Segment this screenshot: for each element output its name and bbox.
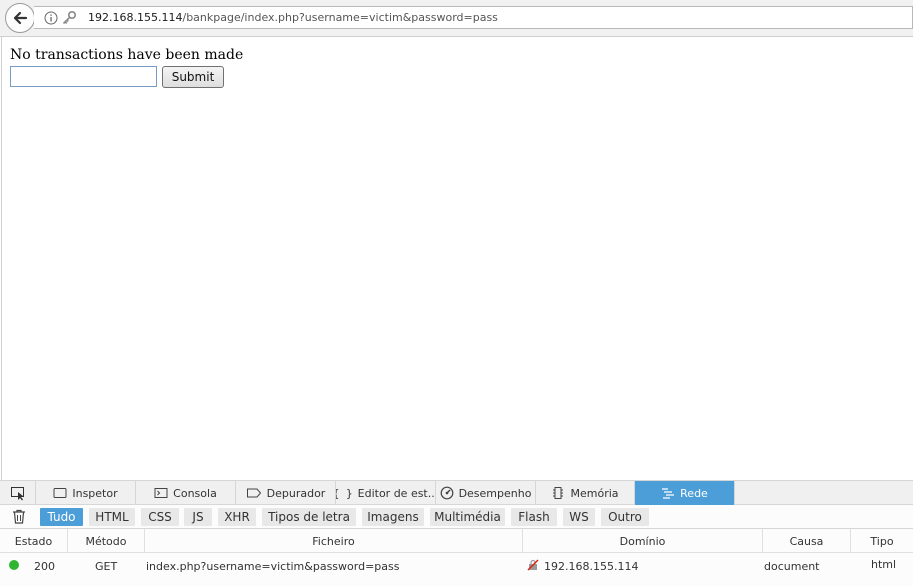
filter-html[interactable]: HTML — [89, 508, 135, 526]
back-arrow-icon — [13, 11, 28, 25]
request-cause: document — [764, 560, 820, 573]
page-content: No transactions have been made Submit — [1, 37, 913, 480]
filter-tipos-de-letra[interactable]: Tipos de letra — [262, 508, 356, 526]
transaction-input[interactable] — [10, 66, 157, 87]
tab-label: Rede — [680, 486, 708, 500]
column-tipo[interactable]: Tipo — [851, 529, 913, 553]
filter-imagens[interactable]: Imagens — [362, 508, 424, 526]
status-indicator-icon — [9, 560, 19, 570]
filter-xhr[interactable]: XHR — [218, 508, 256, 526]
tab-consola[interactable]: Consola — [136, 481, 236, 505]
browser-toolbar: 192.168.155.114/bankpage/index.php?usern… — [0, 0, 913, 37]
column-causa[interactable]: Causa — [763, 529, 851, 553]
url-host: 192.168.155.114 — [88, 11, 183, 24]
inspector-icon — [53, 488, 67, 498]
style-editor-icon: { } — [336, 486, 353, 500]
column-metodo[interactable]: Método — [68, 529, 145, 553]
request-status: 200 — [34, 560, 55, 573]
request-type: html — [871, 558, 897, 571]
back-button[interactable] — [5, 3, 35, 33]
network-filter-bar: Tudo HTML CSS JS XHR Tipos de letra Imag… — [0, 505, 913, 529]
filter-ws[interactable]: WS — [563, 508, 595, 526]
filter-css[interactable]: CSS — [141, 508, 179, 526]
key-icon[interactable] — [61, 10, 77, 26]
memory-icon — [553, 487, 564, 499]
url-path: /bankpage/index.php?username=victim&pass… — [182, 11, 498, 24]
url-bar[interactable]: 192.168.155.114/bankpage/index.php?usern… — [34, 6, 913, 29]
devtools-panel: Inspetor Consola Depurador { } Editor de… — [0, 480, 913, 586]
tab-rede[interactable]: Rede — [635, 481, 735, 505]
insecure-connection-icon — [527, 559, 539, 571]
table-row[interactable]: 200 GET index.php?username=victim&passwo… — [0, 553, 913, 579]
trash-icon[interactable] — [12, 509, 26, 524]
console-icon — [154, 488, 168, 498]
element-picker-button[interactable] — [0, 481, 36, 505]
devtools-tab-bar: Inspetor Consola Depurador { } Editor de… — [0, 480, 913, 505]
tab-memoria[interactable]: Memória — [536, 481, 635, 505]
tab-label: Consola — [173, 486, 217, 500]
tab-depurador[interactable]: Depurador — [236, 481, 336, 505]
element-picker-icon — [10, 487, 24, 501]
tab-label: Editor de est... — [357, 486, 436, 500]
column-ficheiro[interactable]: Ficheiro — [145, 529, 523, 553]
filter-outro[interactable]: Outro — [601, 508, 649, 526]
filter-js[interactable]: JS — [184, 508, 212, 526]
column-estado[interactable]: Estado — [0, 529, 68, 553]
tab-label: Memória — [570, 486, 619, 500]
tab-label: Inspetor — [72, 486, 118, 500]
url-text[interactable]: 192.168.155.114/bankpage/index.php?usern… — [88, 11, 498, 24]
request-method: GET — [95, 560, 118, 573]
info-icon[interactable] — [44, 11, 58, 25]
filter-flash[interactable]: Flash — [511, 508, 557, 526]
debugger-icon — [246, 488, 261, 498]
tab-label: Desempenho — [458, 486, 532, 500]
tab-label: Depurador — [266, 486, 326, 500]
filter-multimedia[interactable]: Multimédia — [430, 508, 505, 526]
tab-inspetor[interactable]: Inspetor — [36, 481, 136, 505]
request-file: index.php?username=victim&password=pass — [146, 560, 400, 573]
performance-icon — [440, 486, 453, 500]
transactions-message: No transactions have been made — [10, 47, 244, 63]
tab-desempenho[interactable]: Desempenho — [436, 481, 536, 505]
requests-table-header: Estado Método Ficheiro Domínio Causa Tip… — [0, 529, 913, 553]
submit-button[interactable]: Submit — [162, 66, 224, 88]
filter-tudo[interactable]: Tudo — [40, 508, 83, 526]
request-domain: 192.168.155.114 — [544, 560, 639, 573]
tab-editor-de-estilos[interactable]: { } Editor de est... — [336, 481, 436, 505]
network-icon — [662, 488, 675, 499]
column-dominio[interactable]: Domínio — [523, 529, 763, 553]
